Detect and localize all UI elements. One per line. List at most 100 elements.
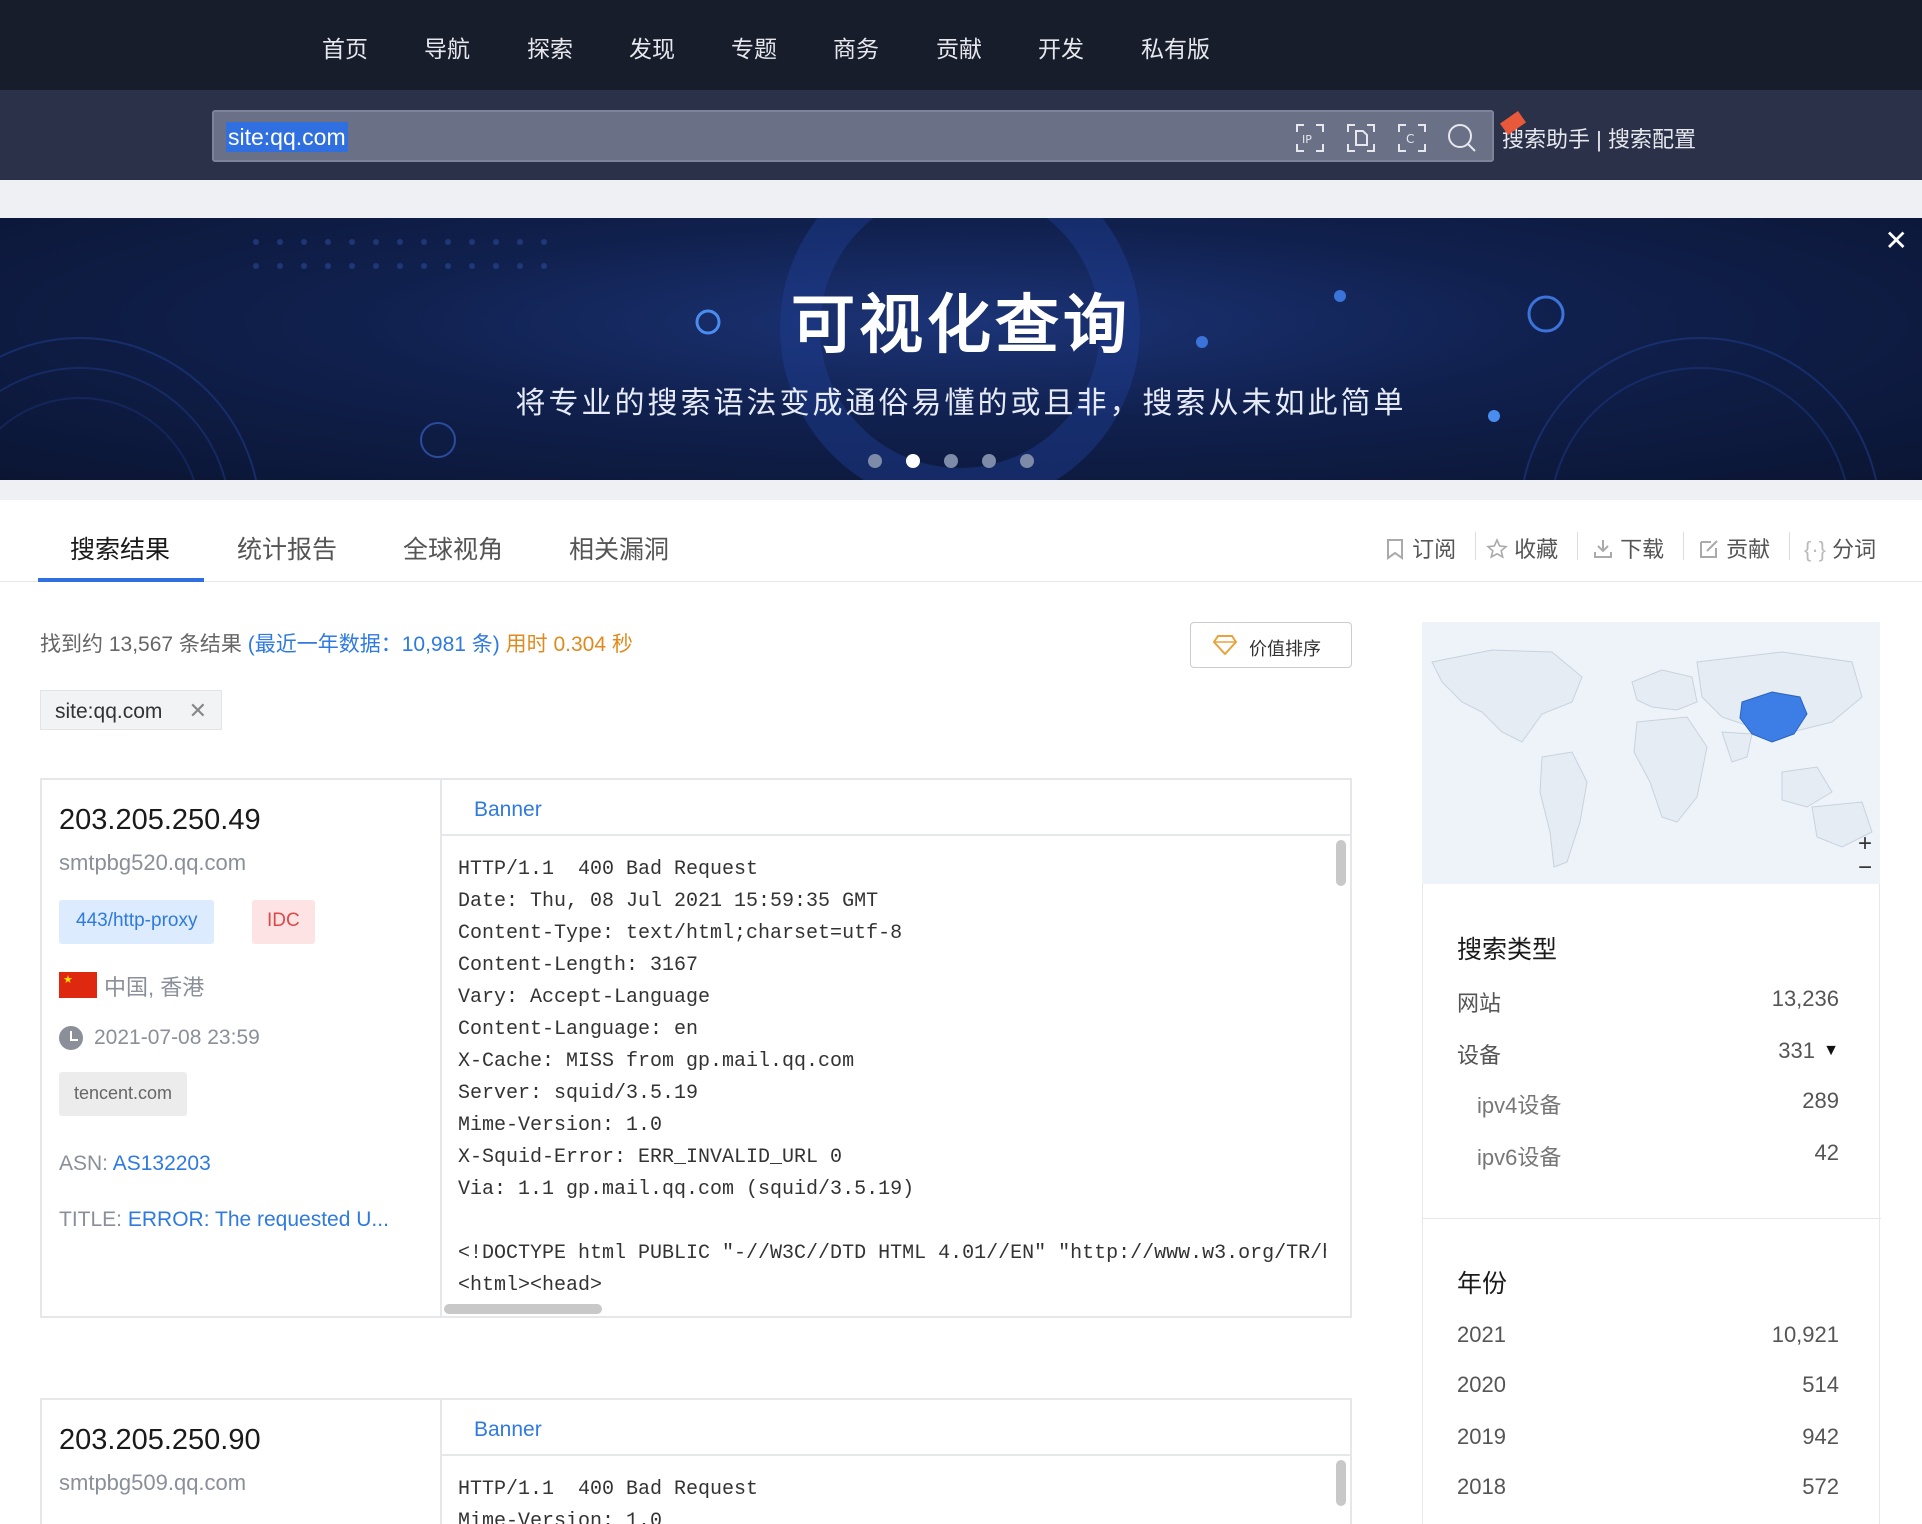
nav-item-contribute[interactable]: 贡献 — [936, 30, 982, 64]
diamond-icon — [1213, 635, 1237, 655]
spacer — [0, 180, 1922, 218]
tokenize-label: 分词 — [1832, 537, 1877, 562]
stat-value: 42 — [1814, 1140, 1839, 1165]
year-row[interactable]: 2019 942 — [1457, 1424, 1839, 1450]
download-button[interactable]: 下载 — [1592, 532, 1664, 564]
search-input[interactable]: site:qq.com — [226, 122, 348, 152]
result-meta: 203.205.250.90 smtpbg509.qq.com — [42, 1400, 442, 1524]
domain-tag[interactable]: tencent.com — [59, 1072, 188, 1116]
search-type-ipv4[interactable]: ipv4设备 289 — [1477, 1088, 1839, 1120]
recent-year-count[interactable]: (最近一年数据：10,981 条) — [248, 633, 500, 656]
result-card: 203.205.250.90 smtpbg509.qq.com Banner H… — [40, 1398, 1352, 1524]
stat-label: 2019 — [1457, 1424, 1506, 1449]
banner-line: Content-Length: 3167 — [458, 954, 699, 977]
stat-label: ipv6设备 — [1477, 1145, 1562, 1170]
year-row[interactable]: 2020 514 — [1457, 1372, 1839, 1398]
stat-value: 572 — [1802, 1474, 1839, 1499]
carousel-dot[interactable] — [982, 454, 996, 468]
search-helper-label[interactable]: 搜索助手 | 搜索配置 — [1502, 127, 1696, 152]
tab-related-vulns[interactable]: 相关漏洞 — [569, 530, 669, 566]
svg-text:IP: IP — [1302, 133, 1312, 146]
search-icon[interactable] — [1446, 122, 1478, 154]
result-host[interactable]: smtpbg509.qq.com — [59, 1470, 246, 1496]
favorite-button[interactable]: 收藏 — [1486, 532, 1558, 564]
port-tag[interactable]: 443/http-proxy — [59, 900, 215, 944]
horizontal-scrollbar[interactable] — [444, 1304, 602, 1314]
favorite-label: 收藏 — [1514, 537, 1559, 562]
result-ip[interactable]: 203.205.250.49 — [59, 804, 261, 837]
stat-label: 2021 — [1457, 1322, 1506, 1347]
search-bar: site:qq.com IP C 搜索助手 | 搜索配置 — [0, 90, 1922, 180]
result-count: 找到约 13,567 条结果 — [40, 633, 242, 656]
banner-content[interactable]: HTTP/1.1 400 Bad Request Date: Thu, 08 Ju… — [458, 854, 1326, 1302]
vertical-scrollbar[interactable] — [1336, 840, 1346, 886]
search-helper-link[interactable]: 搜索助手 | 搜索配置 — [1499, 110, 1696, 154]
asn-label: ASN: — [59, 1152, 109, 1175]
subscribe-button[interactable]: 订阅 — [1384, 532, 1456, 564]
file-icon[interactable] — [1345, 122, 1377, 154]
nav-item-explore[interactable]: 探索 — [527, 30, 573, 64]
stat-value: 289 — [1802, 1088, 1839, 1113]
nav-item-home[interactable]: 首页 — [322, 30, 368, 64]
stat-value: 514 — [1802, 1372, 1839, 1397]
tab-global-view[interactable]: 全球视角 — [403, 530, 503, 566]
stat-value: 10,921 — [1771, 1322, 1839, 1347]
year-row[interactable]: 2021 10,921 — [1457, 1322, 1839, 1348]
asn-link[interactable]: AS132203 — [113, 1152, 211, 1175]
banner-content[interactable]: HTTP/1.1 400 Bad Request Mime-Version: 1.… — [458, 1474, 1326, 1524]
nav-item-develop[interactable]: 开发 — [1038, 30, 1084, 64]
stat-label: 设备 — [1457, 1043, 1502, 1068]
value-sort-button[interactable]: 价值排序 — [1190, 622, 1352, 668]
carousel-dot[interactable] — [868, 454, 882, 468]
result-host[interactable]: smtpbg520.qq.com — [59, 850, 246, 876]
zoom-out-button[interactable]: − — [1858, 854, 1872, 882]
tab-underline — [38, 578, 204, 582]
carousel-dot[interactable] — [944, 454, 958, 468]
close-icon[interactable]: ✕ — [1885, 224, 1908, 257]
caret-down-icon[interactable]: ▼ — [1823, 1042, 1839, 1060]
nav-item-discover[interactable]: 发现 — [629, 30, 675, 64]
search-type-website[interactable]: 网站 13,236 — [1457, 986, 1839, 1018]
banner-tab[interactable]: Banner — [474, 1418, 542, 1442]
search-type-device[interactable]: 设备 331 ▼ — [1457, 1038, 1839, 1070]
banner-subtitle: 将专业的搜索语法变成通俗易懂的或且非，搜索从未如此简单 — [515, 387, 1407, 420]
banner-line: Mime-Version: 1.0 — [458, 1114, 663, 1137]
banner-tab[interactable]: Banner — [474, 798, 542, 822]
banner-line: Mime-Version: 1.0 — [458, 1510, 663, 1524]
carousel-dot[interactable] — [1020, 454, 1034, 468]
nav-item-navigation[interactable]: 导航 — [424, 30, 470, 64]
contribute-button[interactable]: 贡献 — [1698, 532, 1770, 564]
carousel-dot-active[interactable] — [906, 454, 920, 468]
result-asn: ASN: AS132203 — [59, 1152, 211, 1176]
world-map-graphic — [1431, 649, 1873, 868]
nav-item-private-edition[interactable]: 私有版 — [1141, 30, 1210, 64]
result-ip[interactable]: 203.205.250.90 — [59, 1424, 261, 1457]
promo-banner[interactable]: 可视化查询 将专业的搜索语法变成通俗易懂的或且非，搜索从未如此简单 ✕ — [0, 218, 1922, 480]
year-row[interactable]: 2018 572 — [1457, 1474, 1839, 1500]
close-icon[interactable]: ✕ — [189, 698, 207, 724]
stat-value: 942 — [1802, 1424, 1839, 1449]
filter-tag: site:qq.com ✕ — [40, 690, 222, 730]
title-link[interactable]: ERROR: The requested U... — [128, 1208, 389, 1231]
nav-item-business[interactable]: 商务 — [833, 30, 879, 64]
ip-icon[interactable]: IP — [1294, 122, 1326, 154]
result-location[interactable]: 中国, 香港 — [104, 970, 204, 1002]
banner-line: <html><head> — [458, 1274, 603, 1297]
search-type-ipv6[interactable]: ipv6设备 42 — [1477, 1140, 1839, 1172]
banner-line: <!DOCTYPE html PUBLIC "-//W3C//DTD HTML … — [458, 1242, 1326, 1265]
vertical-scrollbar[interactable] — [1336, 1460, 1346, 1506]
edit-icon — [1700, 540, 1718, 558]
banner-line: X-Cache: MISS from gp.mail.qq.com — [458, 1050, 855, 1073]
tab-search-results[interactable]: 搜索结果 — [70, 530, 170, 566]
nav-item-topics[interactable]: 专题 — [731, 30, 777, 64]
result-summary: 找到约 13,567 条结果 (最近一年数据：10,981 条) 用时 0.30… — [40, 628, 633, 658]
spacer — [0, 480, 1922, 500]
search-box[interactable]: site:qq.com IP C — [212, 110, 1494, 162]
world-map[interactable]: + − — [1422, 622, 1880, 884]
result-card: 203.205.250.49 smtpbg520.qq.com 443/http… — [40, 778, 1352, 1318]
tokenize-button[interactable]: {·} 分词 — [1804, 532, 1876, 564]
title-label: TITLE: — [59, 1208, 123, 1231]
idc-tag[interactable]: IDC — [252, 900, 315, 944]
tab-statistics-report[interactable]: 统计报告 — [237, 530, 337, 566]
cert-icon[interactable]: C — [1396, 122, 1428, 154]
